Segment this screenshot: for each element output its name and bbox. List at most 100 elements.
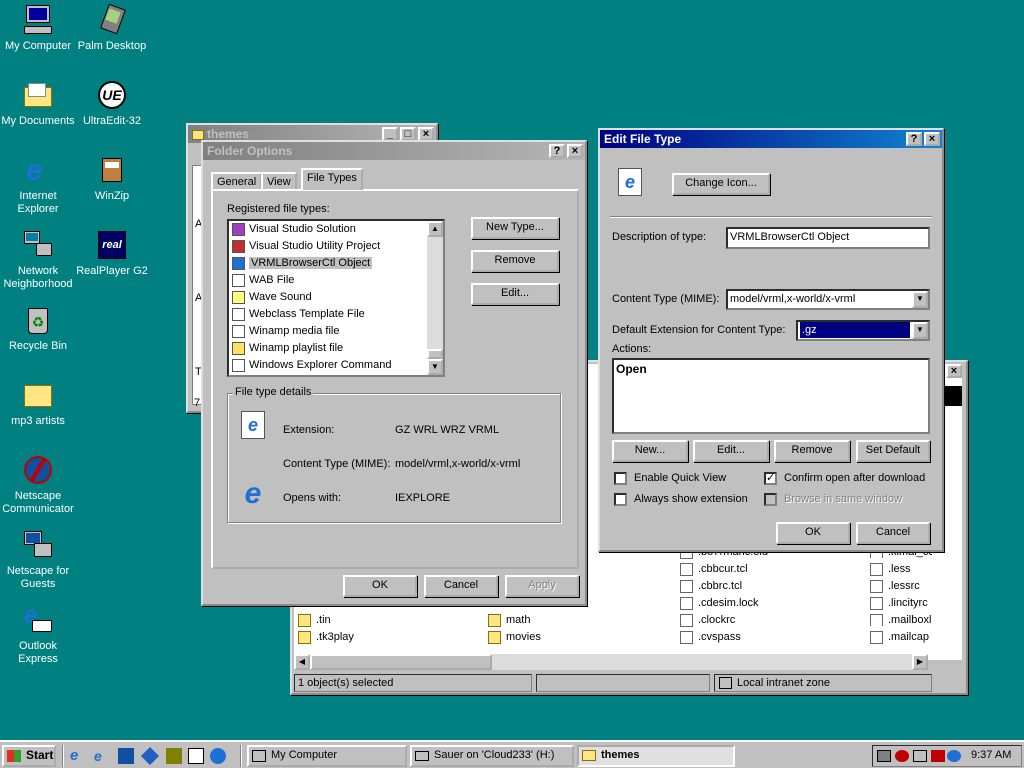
set-default-button[interactable]: Set Default	[856, 440, 930, 462]
desktop-icon-realplayer[interactable]: real RealPlayer G2	[74, 229, 150, 278]
scroll-down-button[interactable]: ▼	[427, 359, 443, 375]
channels-quicklaunch-icon[interactable]	[140, 746, 160, 766]
change-icon-button[interactable]: Change Icon...	[672, 173, 770, 195]
file-item[interactable]: .mailboxlis	[870, 614, 932, 626]
file-type-item[interactable]: Winamp playlist file	[229, 340, 443, 357]
file-item[interactable]: .tk3play	[298, 631, 354, 644]
close-button-partial[interactable]: ×	[942, 362, 964, 382]
desktop-icon-winzip[interactable]: WinZip	[74, 154, 150, 203]
desktop-icon-internet-explorer[interactable]: e Internet Explorer	[0, 154, 76, 216]
default-ext-select[interactable]: .gz ▼	[796, 320, 930, 341]
tab-view[interactable]: View	[261, 172, 297, 190]
desktop-quicklaunch-icon[interactable]	[118, 748, 134, 764]
desktop-icon-network-neighborhood[interactable]: Network Neighborhood	[0, 229, 76, 291]
tray-network-icon[interactable]	[913, 750, 927, 762]
desktop-icon-netscape-communicator[interactable]: Netscape Communicator	[0, 454, 76, 516]
desktop-icon-netscape-guests[interactable]: Netscape for Guests	[0, 529, 76, 591]
desktop-icon-recycle-bin[interactable]: ♻ Recycle Bin	[0, 304, 76, 353]
file-type-item[interactable]: WAB File	[229, 272, 443, 289]
edit-button[interactable]: Edit...	[471, 283, 559, 305]
scroll-up-button[interactable]: ▲	[427, 221, 443, 237]
chevron-down-icon[interactable]: ▼	[912, 291, 928, 308]
edit-action-button[interactable]: Edit...	[693, 440, 769, 462]
help-button[interactable]: ?	[906, 132, 922, 146]
file-types-list[interactable]: Visual Studio Solution Visual Studio Util…	[227, 219, 445, 377]
scroll-thumb[interactable]	[427, 349, 443, 359]
new-action-button[interactable]: New...	[612, 440, 688, 462]
start-button[interactable]: Start	[2, 745, 56, 767]
action-item[interactable]: Open	[614, 360, 928, 378]
task-sauer-drive[interactable]: Sauer on 'Cloud233' (H:)	[410, 745, 574, 767]
file-item[interactable]: .cbbrc.tcl	[680, 580, 742, 593]
minimize-button[interactable]: _	[382, 127, 398, 141]
file-item[interactable]: .clockrc	[680, 614, 735, 627]
outlook-quicklaunch-icon[interactable]: e	[94, 748, 110, 764]
desktop-icon-my-documents[interactable]: My Documents	[0, 79, 76, 128]
file-type-item[interactable]: Winamp media file	[229, 323, 443, 340]
browse-same-window-checkbox[interactable]	[764, 493, 777, 506]
file-item[interactable]: .tin	[298, 614, 331, 627]
actions-list[interactable]: Open	[612, 358, 930, 434]
maximize-button[interactable]: □	[400, 127, 416, 141]
enable-quick-view-checkbox[interactable]	[614, 472, 627, 485]
file-type-item[interactable]: Webclass Template File	[229, 306, 443, 323]
desktop-icon-mp3-artists[interactable]: mp3 artists	[0, 379, 76, 428]
scroll-right-button[interactable]: ▶	[912, 654, 928, 670]
scroll-left-button[interactable]: ◀	[294, 654, 310, 670]
scroll-thumb[interactable]	[310, 654, 492, 670]
task-my-computer[interactable]: My Computer	[247, 745, 407, 767]
task-themes[interactable]: themes	[577, 745, 735, 767]
file-item[interactable]: .cbbcur.tcl	[680, 563, 748, 576]
file-type-item[interactable]: Visual Studio Solution	[229, 221, 443, 238]
file-item[interactable]: .cvspass	[680, 631, 741, 644]
tray-realplayer-icon[interactable]	[931, 750, 945, 762]
new-type-button[interactable]: New Type...	[471, 217, 559, 239]
chevron-down-icon[interactable]: ▼	[912, 322, 928, 339]
close-button[interactable]: ×	[946, 364, 962, 378]
tray-alarm-icon[interactable]	[895, 750, 909, 762]
globe-quicklaunch-icon[interactable]	[210, 748, 226, 764]
tab-general[interactable]: General	[211, 172, 263, 190]
close-button[interactable]: ×	[418, 127, 434, 141]
file-item[interactable]: .mailcap	[870, 631, 929, 644]
close-button[interactable]: ×	[924, 132, 940, 146]
cancel-button[interactable]: Cancel	[424, 575, 498, 597]
app-quicklaunch-icon[interactable]	[166, 748, 182, 764]
close-button[interactable]: ×	[567, 144, 583, 158]
tray-speaker-icon[interactable]	[947, 750, 961, 762]
clock[interactable]: 9:37 AM	[971, 749, 1011, 761]
folder-options-titlebar[interactable]: Folder Options ? ×	[203, 142, 585, 160]
file-type-item[interactable]: Visual Studio Utility Project	[229, 238, 443, 255]
folder-options-dialog[interactable]: Folder Options ? × General View File Typ…	[201, 140, 587, 606]
desktop-icon-ultraedit[interactable]: UE UltraEdit-32	[74, 79, 150, 128]
ok-button[interactable]: OK	[343, 575, 417, 597]
confirm-open-checkbox[interactable]: ✓	[764, 472, 777, 485]
description-field[interactable]: VRMLBrowserCtl Object	[726, 227, 930, 249]
remove-action-button[interactable]: Remove	[774, 440, 850, 462]
tab-file-types[interactable]: File Types	[301, 168, 363, 190]
apply-button[interactable]: Apply	[505, 575, 579, 597]
file-item[interactable]: .less	[870, 563, 911, 576]
ok-button[interactable]: OK	[776, 522, 850, 544]
edit-file-type-dialog[interactable]: Edit File Type ? × e Change Icon... Desc…	[598, 128, 944, 552]
file-type-item[interactable]: VRMLBrowserCtl Object	[229, 255, 443, 272]
content-type-select[interactable]: model/vrml,x-world/x-vrml ▼	[726, 289, 930, 310]
file-item[interactable]: math	[488, 614, 530, 627]
help-button[interactable]: ?	[549, 144, 565, 158]
ie-quicklaunch-icon[interactable]: e	[70, 748, 86, 764]
file-type-item[interactable]: Wave Sound	[229, 289, 443, 306]
file-item[interactable]: movies	[488, 631, 541, 644]
desktop-icon-palm-desktop[interactable]: Palm Desktop	[74, 3, 150, 53]
edit-file-type-titlebar[interactable]: Edit File Type ? ×	[600, 130, 942, 148]
cancel-button[interactable]: Cancel	[856, 522, 930, 544]
file-item[interactable]: .lessrc	[870, 580, 920, 593]
remove-button[interactable]: Remove	[471, 250, 559, 272]
file-item[interactable]: .cdesim.lock	[680, 597, 759, 610]
notepad-quicklaunch-icon[interactable]	[188, 748, 204, 764]
file-type-item[interactable]: Windows Explorer Command	[229, 357, 443, 374]
always-show-ext-checkbox[interactable]	[614, 493, 627, 506]
file-item[interactable]: .lincityrc	[870, 597, 928, 610]
vertical-scrollbar[interactable]: ▲ ▼	[427, 221, 443, 375]
tray-app-icon[interactable]	[877, 750, 891, 762]
desktop-icon-outlook-express[interactable]: e Outlook Express	[0, 604, 76, 666]
